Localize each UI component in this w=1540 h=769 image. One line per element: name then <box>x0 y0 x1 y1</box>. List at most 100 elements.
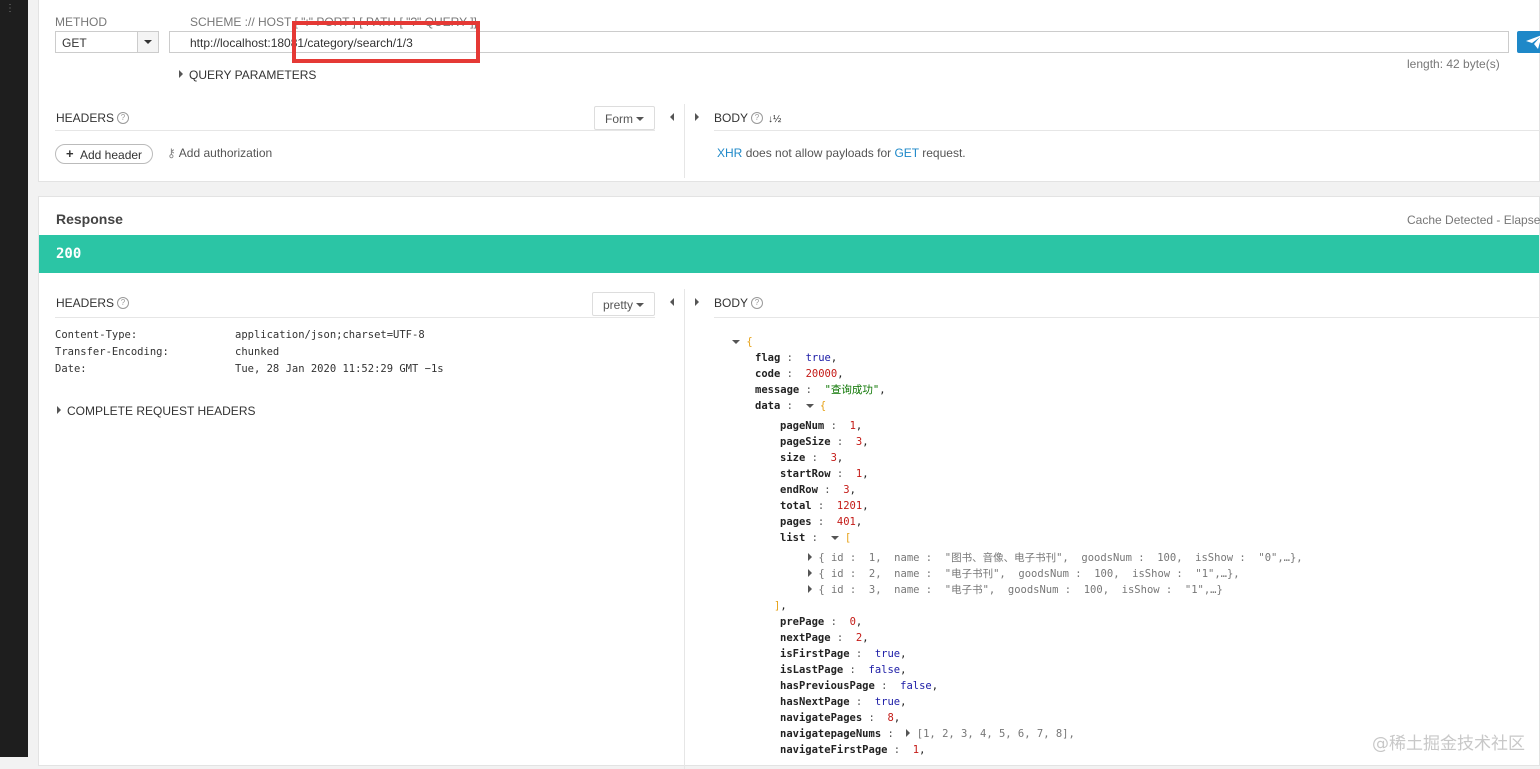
help-icon[interactable]: ? <box>117 112 130 124</box>
response-panel: Response Cache Detected - Elapsed 200 HE… <box>38 196 1540 769</box>
json-line: message : "查询成功", <box>755 384 886 396</box>
expand-icon[interactable] <box>808 553 812 561</box>
divider <box>714 130 1540 131</box>
divider <box>684 289 685 769</box>
list-item[interactable]: { id : 3, name : "电子书", goodsNum : 100, … <box>808 582 1223 598</box>
json-line: flag : true, <box>755 352 838 364</box>
json-line: ], <box>774 600 787 612</box>
collapse-icon[interactable] <box>830 536 839 540</box>
request-panel: METHOD SCHEME :// HOST [ ":" PORT ] [ PA… <box>38 0 1540 182</box>
headers-format-value: pretty <box>603 298 634 312</box>
complete-request-headers-label: COMPLETE REQUEST HEADERS <box>67 404 256 418</box>
response-body-title: BODY? <box>714 296 764 310</box>
collapse-right-icon[interactable] <box>695 298 699 306</box>
json-line: hasNextPage : true, <box>780 696 907 708</box>
response-title: Response <box>56 211 123 227</box>
collapse-icon[interactable] <box>805 404 814 408</box>
add-header-button[interactable]: + Add header <box>55 144 153 164</box>
request-length: length: 42 byte(s) <box>1407 57 1500 71</box>
headers-title-text: HEADERS <box>56 111 115 125</box>
send-icon <box>1526 35 1540 49</box>
collapse-left-icon[interactable] <box>670 113 674 121</box>
chevron-down-icon <box>144 40 152 44</box>
body-title-text: BODY <box>714 296 749 310</box>
collapse-left-icon[interactable] <box>670 298 674 306</box>
expand-icon <box>57 406 61 414</box>
json-line: pageNum : 1, <box>780 420 863 432</box>
xhr-link[interactable]: XHR <box>717 146 742 160</box>
header-row: Transfer-Encoding: chunked <box>55 346 555 363</box>
left-sidebar-strip: ⋮ <box>0 0 28 757</box>
json-line: endRow : 3, <box>780 484 856 496</box>
get-link[interactable]: GET <box>894 146 918 160</box>
json-line: isLastPage : false, <box>780 664 907 676</box>
header-value: Tue, 28 Jan 2020 11:52:29 GMT −1s <box>235 363 444 375</box>
watermark: @稀土掘金技术社区 <box>1372 734 1525 754</box>
json-line: data : { <box>755 400 827 412</box>
method-label: METHOD <box>55 15 107 29</box>
header-row: Date: Tue, 28 Jan 2020 11:52:29 GMT −1s <box>55 363 555 380</box>
json-line: nextPage : 2, <box>780 632 869 644</box>
json-line: prePage : 0, <box>780 616 863 628</box>
headers-mode-dropdown[interactable]: Form <box>594 106 655 130</box>
divider <box>714 317 1540 318</box>
expand-icon[interactable] <box>906 729 911 737</box>
add-header-label: Add header <box>80 148 143 162</box>
request-headers-title: HEADERS? <box>56 111 130 125</box>
divider <box>684 104 685 178</box>
headers-mode-value: Form <box>605 112 633 126</box>
json-line: startRow : 1, <box>780 468 869 480</box>
header-value: chunked <box>235 346 280 358</box>
add-authorization-label: Add authorization <box>178 146 273 160</box>
body-msg-end: request. <box>922 146 966 160</box>
header-key: Transfer-Encoding: <box>55 346 169 358</box>
json-line: hasPreviousPage : false, <box>780 680 939 692</box>
json-line: navigatepageNums : [1, 2, 3, 4, 5, 6, 7,… <box>780 728 1075 740</box>
more-icon[interactable]: ⋮ <box>5 4 15 14</box>
query-parameters-toggle[interactable]: QUERY PARAMETERS <box>179 68 316 82</box>
headers-title-text: HEADERS <box>56 296 115 310</box>
header-row: Content-Type: application/json;charset=UT… <box>55 329 555 346</box>
body-title-text: BODY <box>714 111 749 125</box>
json-line: size : 3, <box>780 452 844 464</box>
key-icon: ⚷ <box>167 146 176 160</box>
list-item[interactable]: { id : 1, name : "图书、音像、电子书刊", goodsNum … <box>808 550 1303 566</box>
expand-icon <box>179 70 183 78</box>
json-line: code : 20000, <box>755 368 844 380</box>
help-icon[interactable]: ? <box>751 112 764 124</box>
header-value: application/json;charset=UTF-8 <box>235 329 425 341</box>
response-headers-table: Content-Type: application/json;charset=UT… <box>55 329 555 380</box>
sort-icon[interactable]: ↓½ <box>768 114 781 125</box>
status-code: 200 <box>56 246 82 262</box>
add-authorization-link[interactable]: ⚷ Add authorization <box>167 146 272 160</box>
send-button[interactable] <box>1517 31 1540 53</box>
method-select[interactable]: GET <box>55 31 159 53</box>
json-line: navigatePages : 8, <box>780 712 901 724</box>
collapse-right-icon[interactable] <box>695 113 699 121</box>
json-line: pageSize : 3, <box>780 436 869 448</box>
response-headers-title: HEADERS? <box>56 296 130 310</box>
header-key: Date: <box>55 363 87 375</box>
divider <box>55 317 655 318</box>
divider <box>55 130 655 131</box>
json-line: pages : 401, <box>780 516 863 528</box>
complete-request-headers-toggle[interactable]: COMPLETE REQUEST HEADERS <box>57 404 255 418</box>
highlight-annotation-box <box>292 21 480 63</box>
request-body-title: BODY? ↓½ <box>714 111 781 125</box>
query-parameters-label: QUERY PARAMETERS <box>189 68 317 82</box>
plus-icon: + <box>66 146 74 161</box>
help-icon[interactable]: ? <box>117 297 130 309</box>
json-line: total : 1201, <box>780 500 869 512</box>
method-dropdown-toggle[interactable] <box>137 32 158 52</box>
expand-icon[interactable] <box>808 569 812 577</box>
expand-icon[interactable] <box>808 585 812 593</box>
method-value: GET <box>62 36 87 50</box>
chevron-down-icon <box>636 303 644 307</box>
status-bar: 200 <box>39 235 1539 273</box>
help-icon[interactable]: ? <box>751 297 764 309</box>
body-message: XHR does not allow payloads for GET requ… <box>717 146 966 160</box>
collapse-icon[interactable] <box>732 340 740 344</box>
list-item[interactable]: { id : 2, name : "电子书刊", goodsNum : 100,… <box>808 566 1240 582</box>
json-root-open: { <box>732 334 753 350</box>
headers-format-dropdown[interactable]: pretty <box>592 292 655 316</box>
